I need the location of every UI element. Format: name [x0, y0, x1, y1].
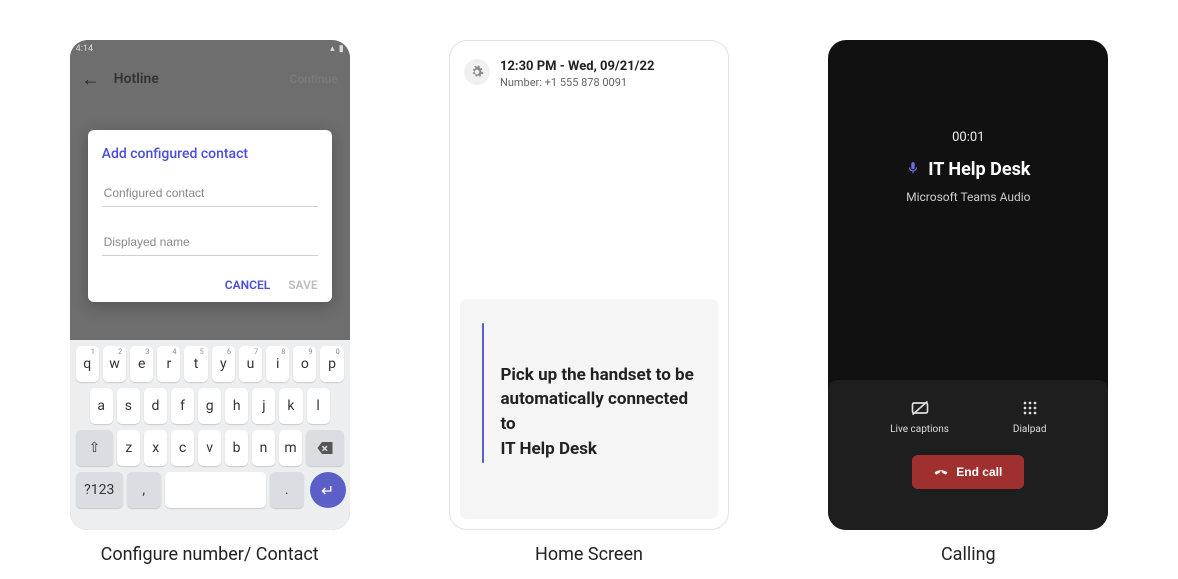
signal-icon: ▴ — [330, 44, 335, 54]
key-l[interactable]: l — [307, 388, 330, 424]
dialpad-button[interactable]: Dialpad — [1013, 398, 1047, 435]
configured-contact-field[interactable] — [102, 180, 318, 207]
keyboard-row-1: q1w2e3r4t5y6u7i8o9p0 — [74, 346, 346, 382]
key-c[interactable]: c — [171, 430, 194, 466]
key-k[interactable]: k — [279, 388, 302, 424]
end-call-label: End call — [956, 465, 1002, 479]
dialog-actions: CANCEL SAVE — [102, 278, 318, 292]
key-a[interactable]: a — [90, 388, 113, 424]
enter-key[interactable]: ↵ — [310, 472, 346, 508]
home-top-bar: 12:30 PM - Wed, 09/21/22 Number: +1 555 … — [450, 41, 728, 93]
key-i[interactable]: i8 — [266, 346, 289, 382]
key-s[interactable]: s — [117, 388, 140, 424]
mic-icon — [906, 159, 920, 180]
status-time: 4:14 — [76, 44, 93, 54]
key-v[interactable]: v — [198, 430, 221, 466]
call-timer: 00:01 — [828, 130, 1108, 145]
call-controls-panel: Live captions Dialpad End call — [828, 380, 1108, 530]
key-n[interactable]: n — [252, 430, 275, 466]
live-captions-button[interactable]: Live captions — [890, 398, 949, 435]
key-m[interactable]: m — [279, 430, 302, 466]
live-captions-label: Live captions — [890, 424, 949, 435]
shift-icon: ⇧ — [89, 440, 101, 456]
key-j[interactable]: j — [252, 388, 275, 424]
top-bar: ← Hotline Continue — [70, 58, 350, 100]
phone-calling: 00:01 IT Help Desk Microsoft Teams Audio… — [828, 40, 1108, 530]
end-call-button[interactable]: End call — [912, 455, 1024, 489]
dialog-title: Add configured contact — [102, 146, 318, 162]
phone-configure-contact: 4:14 ▴ ▮ ← Hotline Continue Add configur… — [70, 40, 350, 530]
key-f[interactable]: f — [171, 388, 194, 424]
call-title-row: IT Help Desk — [828, 159, 1108, 180]
status-icons: ▴ ▮ — [330, 44, 343, 54]
key-b[interactable]: b — [225, 430, 248, 466]
card-accent-bar — [482, 323, 484, 463]
back-icon[interactable]: ← — [82, 69, 100, 90]
save-button[interactable]: SAVE — [288, 278, 317, 292]
gear-icon — [470, 65, 484, 79]
phone-home-screen: 12:30 PM - Wed, 09/21/22 Number: +1 555 … — [449, 40, 729, 530]
key-d[interactable]: d — [144, 388, 167, 424]
caption-configure: Configure number/ Contact — [101, 544, 319, 565]
call-subtitle: Microsoft Teams Audio — [828, 190, 1108, 204]
backspace-icon — [316, 439, 334, 457]
soft-keyboard: q1w2e3r4t5y6u7i8o9p0 asdfghjkl ⇧ zxcvbnm… — [70, 340, 350, 530]
period-key[interactable]: . — [270, 472, 304, 508]
displayed-name-field[interactable] — [102, 229, 318, 256]
key-t[interactable]: t5 — [184, 346, 207, 382]
key-p[interactable]: p0 — [320, 346, 343, 382]
add-contact-dialog: Add configured contact CANCEL SAVE — [88, 130, 332, 302]
key-z[interactable]: z — [117, 430, 140, 466]
dialpad-icon — [1020, 398, 1040, 418]
continue-button[interactable]: Continue — [289, 72, 337, 86]
key-u[interactable]: u7 — [239, 346, 262, 382]
comma-key[interactable]: , — [127, 472, 161, 508]
key-q[interactable]: q1 — [76, 346, 99, 382]
call-info: 00:01 IT Help Desk Microsoft Teams Audio — [828, 40, 1108, 204]
call-actions: Live captions Dialpad — [890, 398, 1046, 435]
call-title: IT Help Desk — [928, 159, 1030, 180]
key-e[interactable]: e3 — [130, 346, 153, 382]
shift-key[interactable]: ⇧ — [76, 430, 114, 466]
caption-calling: Calling — [941, 544, 996, 565]
key-o[interactable]: o9 — [293, 346, 316, 382]
keyboard-row-3: ⇧ zxcvbnm — [74, 430, 346, 466]
key-h[interactable]: h — [225, 388, 248, 424]
battery-icon: ▮ — [339, 44, 344, 54]
key-x[interactable]: x — [144, 430, 167, 466]
instruction-text: Pick up the handset to be automatically … — [500, 363, 700, 462]
key-y[interactable]: y6 — [212, 346, 235, 382]
number-label: Number: +1 555 878 0091 — [500, 76, 654, 89]
hangup-icon — [934, 465, 948, 479]
instruction-card: Pick up the handset to be automatically … — [460, 299, 718, 519]
captions-icon — [910, 398, 930, 418]
space-key[interactable] — [165, 472, 266, 508]
screen-title: Hotline — [114, 71, 159, 87]
key-g[interactable]: g — [198, 388, 221, 424]
dialpad-label: Dialpad — [1013, 424, 1047, 435]
keyboard-row-4: ?123 , . ↵ — [74, 472, 346, 508]
datetime-label: 12:30 PM - Wed, 09/21/22 — [500, 59, 654, 74]
caption-home: Home Screen — [535, 544, 643, 565]
settings-button[interactable] — [464, 59, 490, 85]
enter-icon: ↵ — [321, 481, 334, 500]
symbols-key[interactable]: ?123 — [76, 472, 123, 508]
backspace-key[interactable] — [306, 430, 344, 466]
status-bar: 4:14 ▴ ▮ — [70, 40, 350, 58]
cancel-button[interactable]: CANCEL — [225, 278, 270, 292]
key-w[interactable]: w2 — [103, 346, 126, 382]
key-r[interactable]: r4 — [157, 346, 180, 382]
keyboard-row-2: asdfghjkl — [74, 388, 346, 424]
